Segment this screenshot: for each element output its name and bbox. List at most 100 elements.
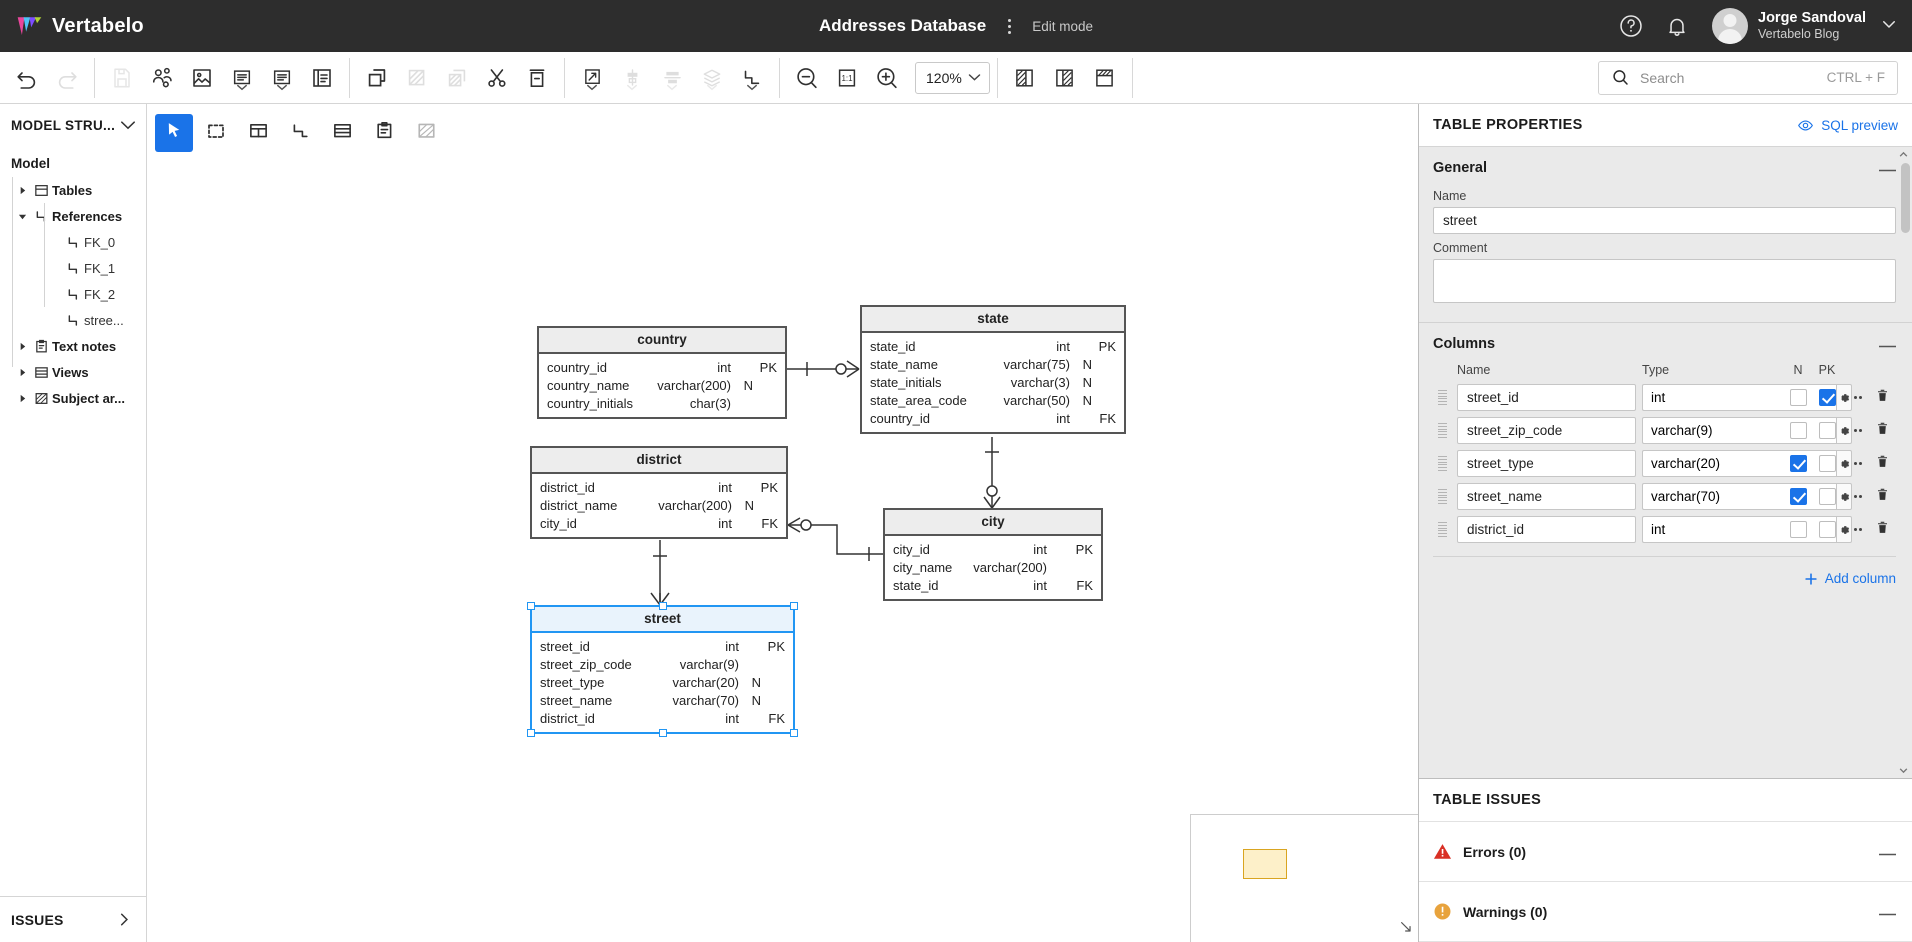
diagram-canvas[interactable]: country country_id int PK country_name v… — [147, 104, 1418, 942]
column-name-input[interactable] — [1457, 450, 1636, 477]
add-view-tool[interactable] — [323, 114, 361, 152]
column-nullable-checkbox[interactable] — [1790, 389, 1807, 406]
export-pdf-button[interactable] — [222, 58, 262, 98]
export-sql-button[interactable] — [262, 58, 302, 98]
add-table-tool[interactable] — [239, 114, 277, 152]
resize-handle[interactable] — [527, 729, 535, 737]
table-name-input[interactable] — [1433, 207, 1896, 234]
table-issue-row[interactable]: Warnings (0) — [1419, 882, 1912, 942]
view-split-top-button[interactable] — [1085, 58, 1125, 98]
column-type-settings-button[interactable] — [1836, 384, 1852, 411]
column-delete-button[interactable] — [1875, 388, 1890, 408]
user-info[interactable]: Jorge Sandoval Vertabelo Blog — [1758, 10, 1866, 41]
er-table-row[interactable]: country_id int FK — [862, 409, 1124, 427]
column-drag-handle[interactable] — [1433, 456, 1451, 471]
notifications-button[interactable] — [1654, 0, 1700, 52]
er-table-row[interactable]: country_name varchar(200) N — [539, 376, 785, 394]
caret-right-icon[interactable] — [14, 368, 30, 377]
column-pk-checkbox[interactable] — [1819, 488, 1836, 505]
auto-layout-button[interactable] — [572, 58, 612, 98]
column-delete-button[interactable] — [1875, 487, 1890, 507]
column-pk-checkbox[interactable] — [1819, 389, 1836, 406]
table-properties-scroll-area[interactable]: General Name Comment Columns — [1419, 147, 1912, 778]
er-table-row[interactable]: street_name varchar(70) N — [532, 691, 793, 709]
redo-button[interactable] — [47, 58, 87, 98]
add-reference-tool[interactable] — [281, 114, 319, 152]
scroll-down-arrow[interactable] — [1898, 765, 1909, 776]
layers-button[interactable] — [692, 58, 732, 98]
column-type-settings-button[interactable] — [1836, 417, 1852, 444]
cut-button[interactable] — [477, 58, 517, 98]
er-table-row[interactable]: city_name varchar(200) — [885, 558, 1101, 576]
view-split-right-button[interactable] — [1045, 58, 1085, 98]
er-table-row[interactable]: street_zip_code varchar(9) — [532, 655, 793, 673]
table-comment-textarea[interactable] — [1433, 259, 1896, 303]
resize-handle[interactable] — [790, 729, 798, 737]
column-nullable-checkbox[interactable] — [1790, 521, 1807, 538]
er-table-row[interactable]: street_type varchar(20) N — [532, 673, 793, 691]
paste-button[interactable] — [397, 58, 437, 98]
column-name-input[interactable] — [1457, 483, 1636, 510]
model-structure-header[interactable]: MODEL STRU... — [0, 104, 146, 146]
avatar[interactable] — [1712, 8, 1748, 44]
select-pointer-tool[interactable] — [155, 114, 193, 152]
issues-panel-toggle[interactable]: ISSUES — [0, 896, 146, 942]
column-drag-handle[interactable] — [1433, 423, 1451, 438]
document-menu-kebab-icon[interactable] — [1000, 15, 1018, 37]
table-issue-row[interactable]: Errors (0) — [1419, 822, 1912, 882]
column-type-input[interactable] — [1642, 450, 1836, 477]
caret-right-icon[interactable] — [14, 394, 30, 403]
save-button[interactable] — [102, 58, 142, 98]
column-delete-button[interactable] — [1875, 421, 1890, 441]
zoom-in-button[interactable] — [867, 58, 907, 98]
documentation-button[interactable] — [302, 58, 342, 98]
column-drag-handle[interactable] — [1433, 489, 1451, 504]
resize-handle[interactable] — [790, 602, 798, 610]
er-table-street[interactable]: street street_id int PK street_zip_code … — [530, 605, 795, 734]
tree-item-fk-2[interactable]: FK_2 — [0, 281, 146, 307]
zoom-out-button[interactable] — [787, 58, 827, 98]
er-table-row[interactable]: state_name varchar(75) N — [862, 355, 1124, 373]
column-type-input[interactable] — [1642, 384, 1836, 411]
er-table-row[interactable]: state_id int FK — [885, 576, 1101, 594]
share-button[interactable] — [142, 58, 182, 98]
tree-item-subject-ar[interactable]: Subject ar... — [0, 385, 146, 411]
er-table-row[interactable]: country_initials char(3) — [539, 394, 785, 412]
zoom-level-select[interactable]: 120% — [915, 62, 990, 94]
tree-item-stree[interactable]: stree... — [0, 307, 146, 333]
resize-handle[interactable] — [527, 602, 535, 610]
tree-item-fk-1[interactable]: FK_1 — [0, 255, 146, 281]
column-type-input[interactable] — [1642, 483, 1836, 510]
marquee-select-tool[interactable] — [197, 114, 235, 152]
brand-logo[interactable]: Vertabelo — [0, 13, 144, 40]
column-type-input[interactable] — [1642, 417, 1836, 444]
zoom-reset-button[interactable]: 1:1 — [827, 58, 867, 98]
scroll-up-arrow[interactable] — [1898, 149, 1909, 160]
align-horizontal-button[interactable] — [652, 58, 692, 98]
tree-item-references[interactable]: References — [0, 203, 146, 229]
caret-right-icon[interactable] — [14, 342, 30, 351]
er-table-row[interactable]: state_id int PK — [862, 337, 1124, 355]
duplicate-button[interactable] — [437, 58, 477, 98]
column-type-settings-button[interactable] — [1836, 516, 1852, 543]
er-table-state[interactable]: state state_id int PK state_name varchar… — [860, 305, 1126, 434]
column-type-input[interactable] — [1642, 516, 1836, 543]
caret-down-icon[interactable] — [14, 212, 30, 221]
er-table-row[interactable]: district_id int PK — [532, 478, 786, 496]
column-delete-button[interactable] — [1875, 454, 1890, 474]
table-issue-collapse-button[interactable] — [1879, 903, 1896, 921]
resize-handle[interactable] — [659, 602, 667, 610]
column-name-input[interactable] — [1457, 384, 1636, 411]
sql-preview-button[interactable]: SQL preview — [1797, 117, 1898, 134]
columns-collapse-button[interactable] — [1879, 335, 1896, 353]
column-drag-handle[interactable] — [1433, 522, 1451, 537]
column-type-settings-button[interactable] — [1836, 483, 1852, 510]
canvas-minimap[interactable] — [1190, 814, 1418, 942]
er-table-row[interactable]: district_id int FK — [532, 709, 793, 727]
tree-item-views[interactable]: Views — [0, 359, 146, 385]
add-note-tool[interactable] — [365, 114, 403, 152]
column-name-input[interactable] — [1457, 417, 1636, 444]
er-table-district[interactable]: district district_id int PK district_nam… — [530, 446, 788, 539]
add-column-button[interactable]: Add column — [1419, 557, 1912, 598]
column-nullable-checkbox[interactable] — [1790, 422, 1807, 439]
